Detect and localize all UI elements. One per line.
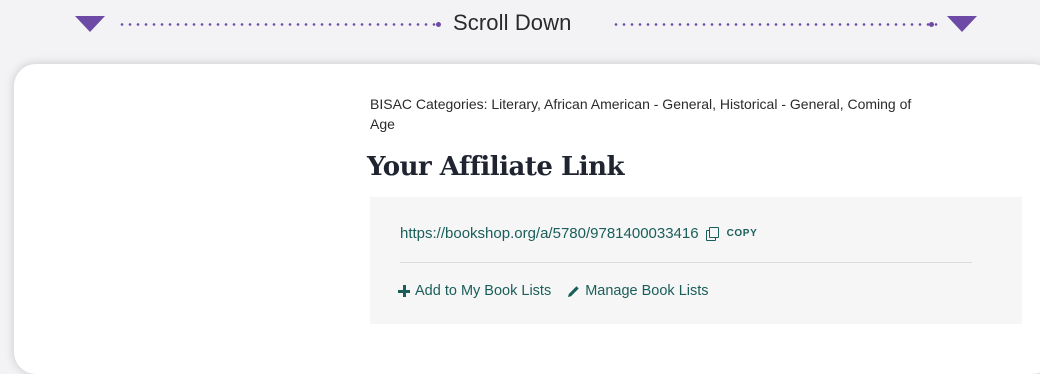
- add-to-book-lists-link[interactable]: Add to My Book Lists: [415, 283, 551, 299]
- dot: [436, 22, 441, 27]
- copy-icon[interactable]: [705, 226, 719, 241]
- affiliate-url-row: https://bookshop.org/a/5780/978140003341…: [400, 223, 757, 243]
- pencil-icon[interactable]: [567, 285, 580, 298]
- book-list-actions: Add to My Book Lists Manage Book Lists: [398, 281, 709, 301]
- triangle-down-icon: [75, 16, 105, 32]
- scroll-down-banner: Scroll Down: [0, 0, 1040, 50]
- affiliate-link-heading: Your Affiliate Link: [367, 152, 625, 182]
- bisac-categories: BISAC Categories: Literary, African Amer…: [370, 96, 912, 132]
- dotted-line: [118, 23, 438, 26]
- dotted-line: [612, 23, 942, 26]
- copy-button[interactable]: COPY: [727, 228, 758, 239]
- divider: [400, 262, 972, 263]
- plus-icon[interactable]: [398, 285, 410, 297]
- dot: [929, 22, 934, 27]
- affiliate-url[interactable]: https://bookshop.org/a/5780/978140003341…: [400, 225, 699, 242]
- manage-book-lists-link[interactable]: Manage Book Lists: [585, 283, 708, 299]
- affiliate-link-box: https://bookshop.org/a/5780/978140003341…: [370, 197, 1022, 324]
- scroll-down-label: Scroll Down: [453, 10, 572, 35]
- triangle-down-icon: [947, 16, 977, 32]
